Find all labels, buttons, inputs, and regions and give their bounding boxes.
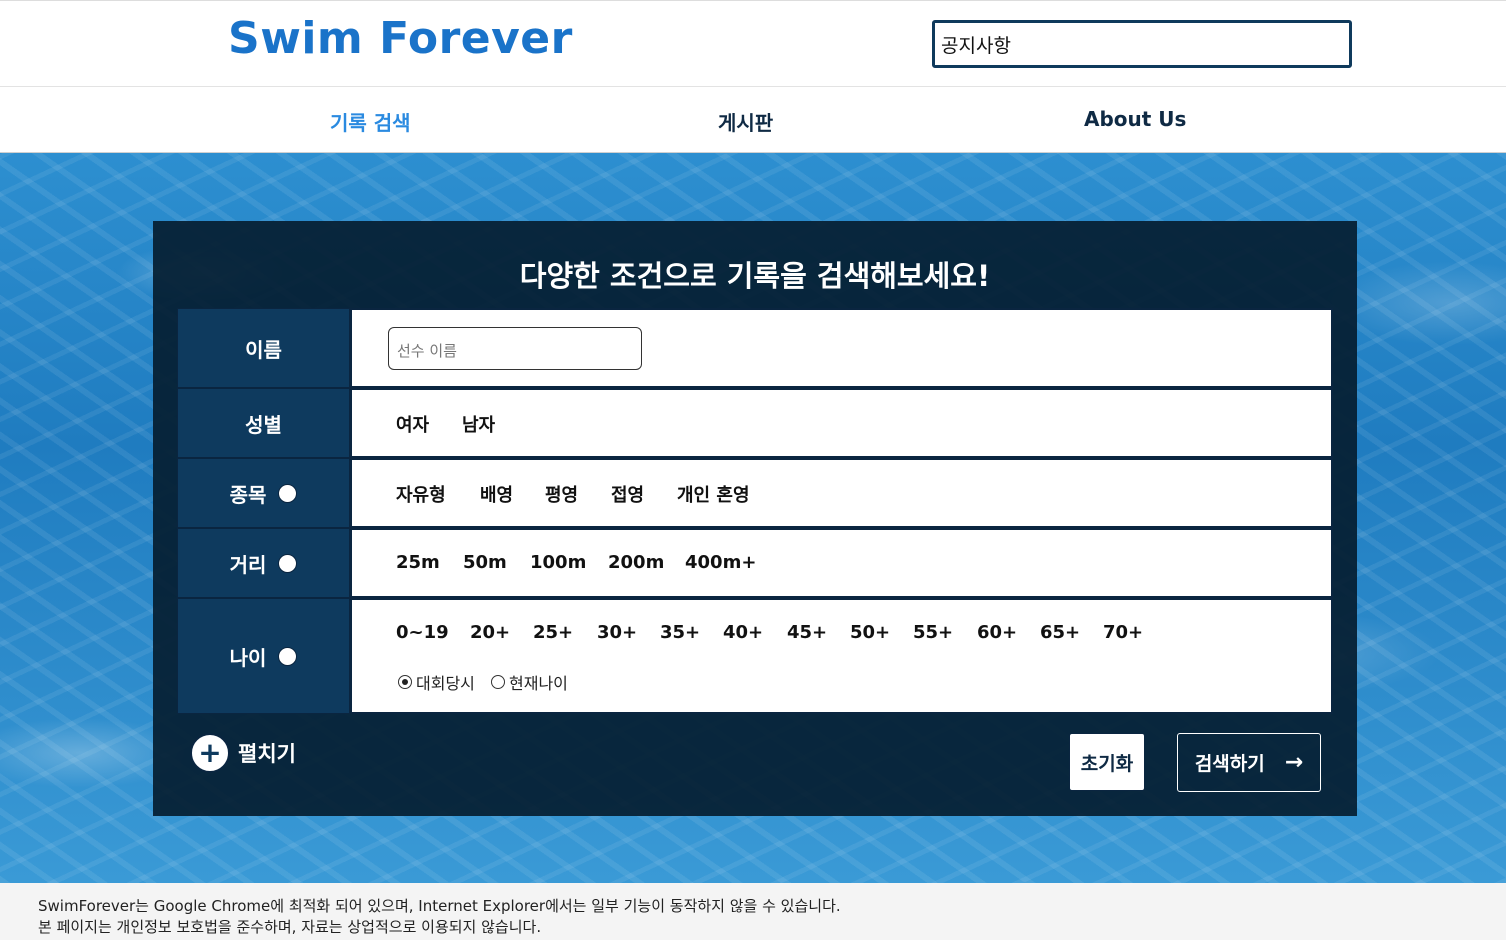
- age-option[interactable]: 0~19: [396, 622, 449, 643]
- age-option[interactable]: 35+: [660, 622, 700, 643]
- row-distance: 거리 25m 50m 100m 200m 400m+: [177, 528, 1333, 598]
- row-content-distance: 25m 50m 100m 200m 400m+: [350, 528, 1333, 598]
- age-option[interactable]: 40+: [723, 622, 763, 643]
- age-option[interactable]: 45+: [787, 622, 827, 643]
- row-label-gender: 성별: [177, 388, 350, 458]
- distance-option-400m-plus[interactable]: 400m+: [685, 552, 756, 573]
- main-nav: 기록 검색 게시판 About Us: [0, 86, 1506, 153]
- gender-option-female[interactable]: 여자: [396, 411, 429, 437]
- row-age: 나이 0~19 20+ 25+ 30+ 35+ 40+ 45+ 50+ 55+ …: [177, 598, 1333, 714]
- row-content-name: 선수 이름: [350, 308, 1333, 388]
- expand-label: 펼치기: [238, 742, 296, 766]
- age-option[interactable]: 70+: [1103, 622, 1143, 643]
- header: Swim Forever 공지사항: [0, 0, 1506, 86]
- nav-item-record-search[interactable]: 기록 검색: [330, 107, 411, 136]
- panel-title: 다양한 조건으로 기록을 검색해보세요!: [519, 259, 991, 293]
- plus-icon: +: [190, 733, 230, 773]
- row-content-gender: 여자 남자: [350, 388, 1333, 458]
- age-option[interactable]: 55+: [913, 622, 953, 643]
- age-mode-current-label: 현재나이: [509, 674, 568, 693]
- gender-option-male[interactable]: 남자: [462, 411, 495, 437]
- age-mode-at-competition-label: 대회당시: [416, 674, 475, 693]
- age-select-all-radio[interactable]: [278, 646, 298, 666]
- footer-browser-notice: SwimForever는 Google Chrome에 최적화 되어 있으며, …: [38, 897, 841, 915]
- label-event: 종목: [229, 482, 267, 507]
- expand-button[interactable]: + 펼치기: [190, 733, 296, 773]
- label-gender: 성별: [245, 412, 282, 437]
- row-gender: 성별 여자 남자: [177, 388, 1333, 458]
- nav-item-board[interactable]: 게시판: [718, 107, 773, 136]
- reset-button[interactable]: 초기화: [1069, 733, 1145, 791]
- row-label-age: 나이: [177, 598, 350, 714]
- age-option[interactable]: 30+: [597, 622, 637, 643]
- row-event: 종목 자유형 배영 평영 접영 개인 혼영: [177, 458, 1333, 528]
- nav-item-about-us[interactable]: About Us: [1084, 107, 1186, 131]
- event-option-butterfly[interactable]: 접영: [611, 481, 644, 507]
- notice-box[interactable]: 공지사항: [932, 20, 1352, 68]
- label-age: 나이: [229, 645, 267, 670]
- age-option[interactable]: 25+: [533, 622, 573, 643]
- distance-option-200m[interactable]: 200m: [608, 552, 664, 573]
- row-label-distance: 거리: [177, 528, 350, 598]
- age-option[interactable]: 20+: [470, 622, 510, 643]
- row-content-event: 자유형 배영 평영 접영 개인 혼영: [350, 458, 1333, 528]
- footer: SwimForever는 Google Chrome에 최적화 되어 있으며, …: [0, 883, 1506, 940]
- age-mode-current[interactable]: 현재나이: [491, 670, 568, 694]
- search-button[interactable]: 검색하기 →: [1177, 733, 1321, 792]
- row-content-age: 0~19 20+ 25+ 30+ 35+ 40+ 45+ 50+ 55+ 60+…: [350, 598, 1333, 714]
- event-option-breaststroke[interactable]: 평영: [545, 481, 578, 507]
- footer-privacy-notice: 본 페이지는 개인정보 보호법을 준수하며, 자료는 상업적으로 이용되지 않습…: [38, 918, 542, 936]
- age-option[interactable]: 50+: [850, 622, 890, 643]
- event-option-backstroke[interactable]: 배영: [480, 481, 513, 507]
- event-option-individual-medley[interactable]: 개인 혼영: [677, 481, 750, 507]
- player-name-input[interactable]: 선수 이름: [388, 327, 642, 370]
- age-mode-at-competition[interactable]: 대회당시: [398, 670, 475, 694]
- logo[interactable]: Swim Forever: [228, 13, 573, 64]
- label-name: 이름: [245, 337, 282, 362]
- age-option[interactable]: 65+: [1040, 622, 1080, 643]
- distance-option-100m[interactable]: 100m: [530, 552, 586, 573]
- distance-option-25m[interactable]: 25m: [396, 552, 440, 573]
- radio-selected-icon[interactable]: [398, 675, 412, 689]
- row-name: 이름 선수 이름: [177, 308, 1333, 388]
- event-select-all-radio[interactable]: [278, 483, 298, 503]
- row-label-event: 종목: [177, 458, 350, 528]
- age-option[interactable]: 60+: [977, 622, 1017, 643]
- search-button-label: 검색하기: [1194, 753, 1265, 775]
- distance-select-all-radio[interactable]: [278, 553, 298, 573]
- label-distance: 거리: [229, 552, 267, 577]
- radio-unselected-icon[interactable]: [491, 675, 505, 689]
- arrow-right-icon: →: [1284, 750, 1304, 775]
- event-option-freestyle[interactable]: 자유형: [396, 481, 446, 507]
- row-label-name: 이름: [177, 308, 350, 388]
- distance-option-50m[interactable]: 50m: [463, 552, 507, 573]
